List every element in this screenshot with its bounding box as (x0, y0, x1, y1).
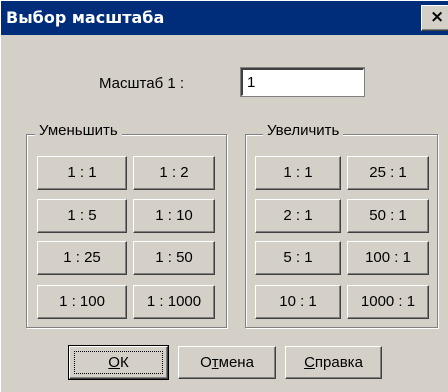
decrease-button-1-1[interactable]: 1 : 1 (37, 156, 127, 190)
close-button[interactable]: × (421, 5, 448, 31)
increase-button-1-1[interactable]: 1 : 1 (255, 156, 341, 190)
increase-button-100-1[interactable]: 100 : 1 (347, 241, 429, 275)
increase-button-10-1[interactable]: 10 : 1 (255, 285, 341, 319)
dialog-title: Выбор масштаба (6, 8, 165, 27)
scale-input[interactable] (240, 67, 365, 97)
decrease-button-1-5[interactable]: 1 : 5 (37, 199, 127, 233)
title-bar[interactable]: Выбор масштаба × (1, 1, 448, 35)
help-button-label: Справка (304, 354, 363, 371)
help-button[interactable]: Справка (285, 346, 382, 379)
scale-dialog: Выбор масштаба × Масштаб 1 : Уменьшить 1… (0, 0, 448, 392)
ok-button[interactable]: ОК (68, 345, 169, 380)
increase-legend: Увеличить (263, 122, 344, 139)
scale-label: Масштаб 1 : (99, 75, 185, 92)
close-icon: × (430, 7, 445, 27)
decrease-button-1-1000[interactable]: 1 : 1000 (133, 285, 215, 319)
decrease-button-1-50[interactable]: 1 : 50 (133, 241, 215, 275)
increase-button-2-1[interactable]: 2 : 1 (255, 199, 341, 233)
ok-button-label: ОК (108, 354, 129, 371)
increase-button-50-1[interactable]: 50 : 1 (347, 199, 429, 233)
decrease-legend: Уменьшить (35, 122, 122, 139)
cancel-button[interactable]: Отмена (178, 346, 276, 379)
increase-button-5-1[interactable]: 5 : 1 (255, 241, 341, 275)
decrease-button-1-10[interactable]: 1 : 10 (133, 199, 215, 233)
decrease-button-1-100[interactable]: 1 : 100 (37, 285, 127, 319)
increase-button-25-1[interactable]: 25 : 1 (347, 156, 429, 190)
cancel-button-label: Отмена (200, 354, 254, 371)
decrease-button-1-2[interactable]: 1 : 2 (133, 156, 215, 190)
decrease-button-1-25[interactable]: 1 : 25 (37, 241, 127, 275)
increase-button-1000-1[interactable]: 1000 : 1 (347, 285, 429, 319)
